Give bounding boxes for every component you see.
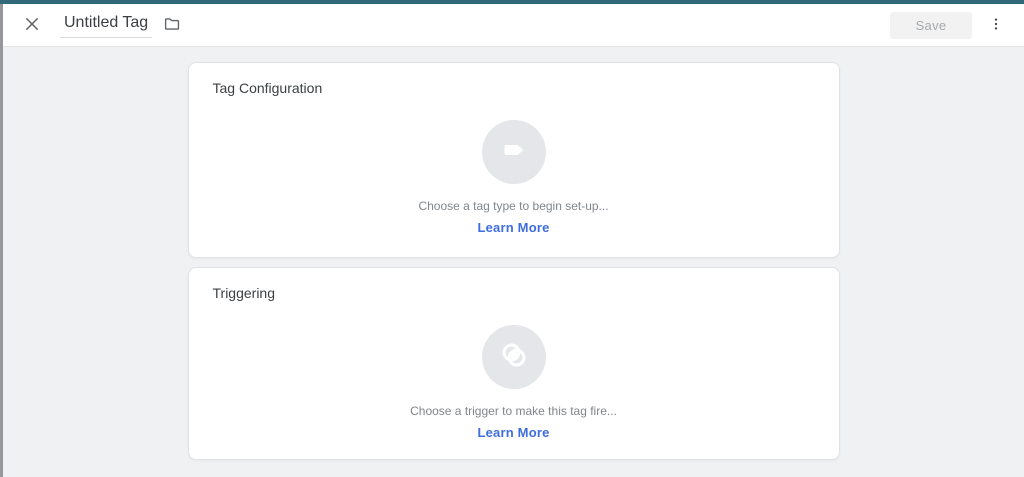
- card-title: Triggering: [212, 285, 276, 301]
- trigger-icon: [497, 338, 531, 377]
- save-button[interactable]: Save: [890, 11, 972, 39]
- close-button[interactable]: [18, 11, 46, 39]
- move-to-folder-button[interactable]: [158, 11, 186, 39]
- more-options-button[interactable]: [982, 11, 1010, 39]
- learn-more-link[interactable]: Learn More: [477, 425, 549, 440]
- tag-icon-circle: [481, 120, 546, 184]
- tag-configuration-body: Choose a tag type to begin set-up... Lea…: [189, 97, 839, 235]
- tag-editor-content: Tag Configuration Choose a tag type to b…: [3, 47, 1024, 477]
- tag-name-field[interactable]: Untitled Tag: [60, 12, 153, 38]
- more-vert-icon: [988, 15, 1004, 36]
- triggering-body: Choose a trigger to make this tag fire..…: [189, 302, 839, 440]
- triggering-hint: Choose a trigger to make this tag fire..…: [410, 404, 617, 418]
- learn-more-link[interactable]: Learn More: [477, 220, 549, 235]
- tag-editor-header: Untitled Tag Save: [3, 4, 1024, 47]
- tag-icon: [497, 133, 531, 172]
- close-icon: [23, 15, 41, 36]
- tag-configuration-card[interactable]: Tag Configuration Choose a tag type to b…: [187, 62, 840, 258]
- triggering-card[interactable]: Triggering Choose a trigger to make this…: [187, 267, 840, 460]
- trigger-icon-circle: [481, 325, 546, 389]
- card-title: Tag Configuration: [212, 80, 323, 96]
- folder-icon: [163, 15, 181, 36]
- tag-configuration-hint: Choose a tag type to begin set-up...: [418, 199, 609, 213]
